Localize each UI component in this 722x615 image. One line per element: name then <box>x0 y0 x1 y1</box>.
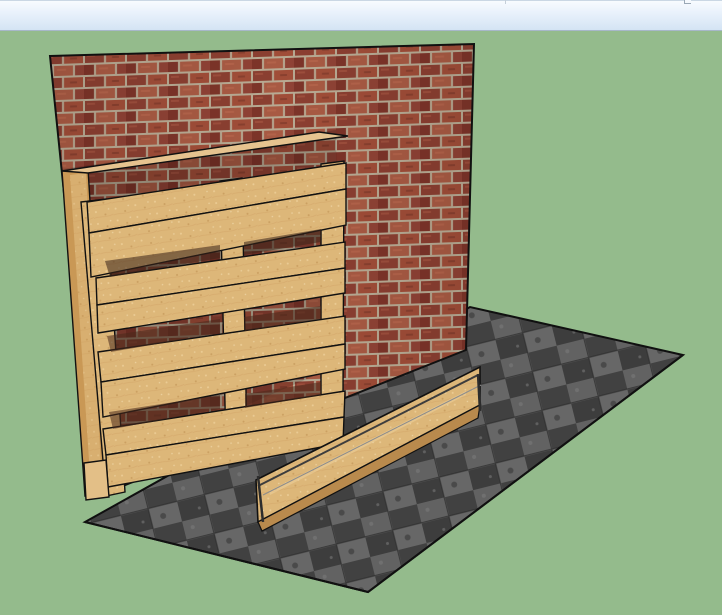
toolbar-strip <box>0 0 722 31</box>
window-corner-mark <box>684 0 691 4</box>
wood-pallet-bottom-block[interactable] <box>83 459 110 501</box>
sketchup-window <box>0 0 722 615</box>
3d-modeling-viewport[interactable] <box>0 31 722 615</box>
3d-scene[interactable] <box>0 31 722 615</box>
